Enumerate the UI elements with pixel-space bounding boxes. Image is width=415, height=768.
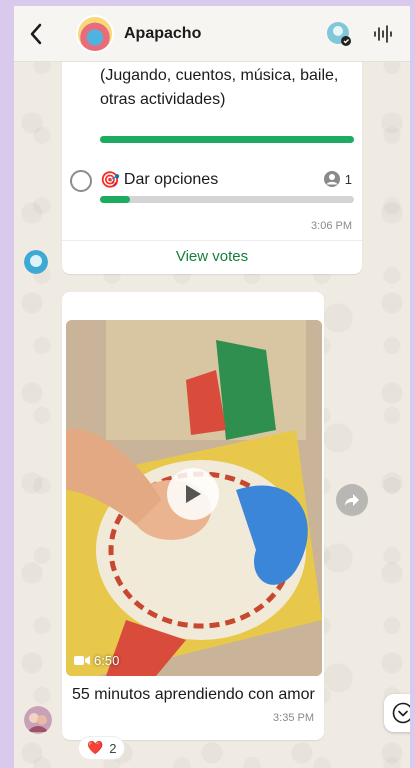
participant-avatar-button[interactable] [322,17,356,51]
poll-message: (Jugando, cuentos, música, baile, otras … [62,50,362,274]
heart-reaction-icon: ❤️ [87,740,104,755]
scroll-to-bottom-button[interactable] [384,694,410,732]
poll-vote-count: 1 [344,171,352,187]
video-thumbnail[interactable]: 6:50 [66,320,322,676]
chat-title[interactable]: Apapacho [124,25,322,43]
sender-avatar-photo[interactable] [24,706,52,734]
video-caption: 55 minutos aprendiendo con amor [72,686,315,703]
play-icon [186,485,201,503]
video-camera-icon [74,656,90,665]
sticker-avatar-icon [327,21,351,46]
video-duration-text: 6:50 [94,653,120,668]
poll-timestamp: 3:06 PM [311,220,352,232]
chevron-left-icon [30,23,42,44]
video-duration: 6:50 [74,653,119,668]
play-button[interactable] [167,468,219,520]
sender-avatar-sticker[interactable] [24,250,48,274]
poll-option2-progress-fill [100,196,131,203]
poll-option-radio[interactable] [70,170,92,192]
chevron-down-circle-icon [392,702,410,724]
forward-arrow-icon [345,494,359,506]
poll-option-dar-opciones[interactable]: 🎯 Dar opciones [100,170,218,190]
poll-option-label: Dar opciones [123,171,219,188]
reaction-pill[interactable]: ❤️ 2 [78,736,126,760]
chat-screen: Apapacho (Jugando, cuentos, música, bail… [14,6,410,768]
video-timestamp: 3:35 PM [273,712,314,724]
forward-button[interactable] [336,484,368,516]
view-votes-link[interactable]: View votes [62,248,362,265]
back-button[interactable] [18,6,54,62]
audio-call-button[interactable] [366,17,400,51]
video-message: 6:50 55 minutos aprendiendo con amor 3:3… [62,292,324,740]
audio-wave-icon [374,24,392,43]
poll-option-voters[interactable]: 1 [323,170,352,188]
poll-option-progress-bar [100,136,354,143]
poll-option-text: (Jugando, cuentos, música, baile, otras … [100,67,339,108]
target-emoji-icon: 🎯 [100,172,120,189]
group-avatar[interactable] [76,14,114,53]
user-avatar-icon [323,171,340,187]
chat-header: Apapacho [14,6,410,62]
poll-divider [62,240,362,241]
poll-option-progress-fill [100,136,354,143]
reaction-count: 2 [109,740,117,756]
poll-option2-progress-bar [100,196,354,203]
